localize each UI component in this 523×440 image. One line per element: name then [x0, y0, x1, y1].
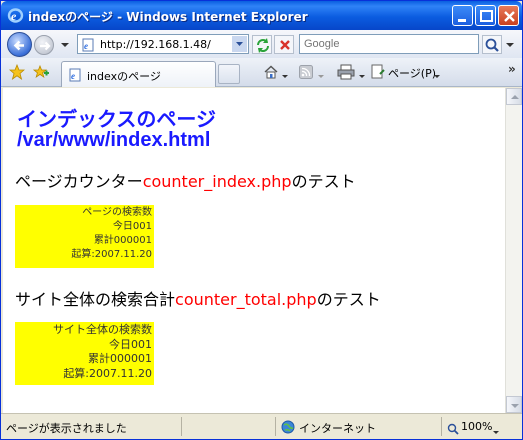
page-menu-icon — [371, 64, 385, 80]
counter-total: 累計000001 — [93, 235, 152, 246]
new-tab-button[interactable] — [218, 64, 240, 84]
search-options-dropdown-icon[interactable] — [504, 37, 516, 51]
add-favorites-icon[interactable] — [32, 64, 49, 80]
browser-window: e indexのページ - Windows Internet Explorer … — [0, 0, 523, 440]
status-text: ページが表示されました — [6, 422, 127, 435]
security-zone-label: インターネット — [299, 422, 376, 435]
feeds-icon[interactable] — [299, 64, 313, 79]
page-icon: e — [81, 37, 95, 52]
title-bar[interactable]: e indexのページ - Windows Internet Explorer — [1, 1, 522, 30]
scroll-down-button[interactable] — [506, 396, 522, 413]
counter-box-title: ページの検索数 — [82, 207, 152, 218]
counter-box-title: サイト全体の検索数 — [53, 323, 152, 336]
svg-text:e: e — [71, 71, 75, 81]
section1-script-name: counter_index.php — [142, 172, 292, 191]
status-divider — [181, 417, 182, 436]
search-box[interactable] — [299, 34, 479, 54]
status-divider — [441, 417, 442, 436]
page-content: インデックスのページ /var/www/index.html ページカウンターc… — [3, 88, 505, 413]
zoom-icon[interactable] — [447, 420, 459, 435]
back-button[interactable] — [7, 32, 32, 57]
page-counter-box: ページの検索数 今日001 累計000001 起算:2007.11.20 — [15, 205, 154, 268]
window-title: indexのページ - Windows Internet Explorer — [28, 10, 308, 24]
close-button[interactable] — [498, 5, 519, 26]
counter-today: 今日001 — [112, 221, 152, 232]
more-commands-chevron[interactable]: » — [508, 62, 516, 76]
page-menu-dropdown-icon — [433, 67, 441, 78]
favorites-star-icon[interactable] — [8, 63, 26, 80]
status-bar: ページが表示されました インターネット 100% — [1, 413, 522, 439]
stop-button[interactable] — [274, 35, 294, 54]
tab-label: indexのページ — [87, 70, 161, 83]
feeds-dropdown-icon[interactable] — [317, 67, 325, 78]
section2-heading: サイト全体の検索合計counter_total.phpのテスト — [15, 286, 381, 310]
refresh-button[interactable] — [252, 35, 272, 54]
zoom-dropdown-icon[interactable] — [492, 423, 500, 434]
globe-icon — [281, 419, 295, 434]
print-icon[interactable] — [337, 64, 355, 80]
minimize-button[interactable] — [452, 5, 473, 26]
page-icon: e — [68, 67, 82, 82]
history-dropdown-icon[interactable] — [58, 37, 72, 51]
section1-suffix: のテスト — [291, 172, 356, 191]
ie-logo-icon: e — [7, 7, 24, 24]
address-text: http://192.168.1.48/ — [100, 38, 211, 51]
section1-heading: ページカウンターcounter_index.phpのテスト — [15, 168, 356, 192]
vertical-scrollbar[interactable] — [505, 88, 522, 413]
section2-prefix: サイト全体の検索合計 — [15, 290, 176, 309]
search-button[interactable] — [482, 35, 502, 54]
page-heading: インデックスのページ — [17, 109, 216, 131]
address-toolbar: e http://192.168.1.48/ — [1, 30, 522, 58]
zoom-level[interactable]: 100% — [461, 420, 492, 433]
home-dropdown-icon[interactable] — [281, 67, 289, 78]
scroll-up-button[interactable] — [506, 88, 522, 105]
maximize-button[interactable] — [475, 5, 496, 26]
status-divider — [275, 417, 276, 436]
counter-total: 累計000001 — [88, 352, 152, 365]
section2-suffix: のテスト — [316, 290, 381, 309]
print-dropdown-icon[interactable] — [358, 67, 366, 78]
tab-command-bar: e indexのページ ページ(P) » — [1, 58, 522, 87]
counter-start-date: 起算:2007.11.20 — [71, 249, 152, 260]
page-menu-label: ページ(P) — [388, 67, 436, 80]
svg-text:e: e — [11, 9, 17, 23]
address-dropdown-icon[interactable] — [232, 36, 247, 52]
address-bar[interactable]: e http://192.168.1.48/ — [77, 34, 249, 54]
tab-index-page[interactable]: e indexのページ — [61, 61, 216, 87]
counter-today: 今日001 — [109, 337, 152, 351]
forward-button[interactable] — [34, 35, 54, 55]
section2-script-name: counter_total.php — [175, 290, 317, 309]
page-heading-path: /var/www/index.html — [17, 129, 211, 151]
search-input[interactable] — [304, 37, 474, 51]
counter-start-date: 起算:2007.11.20 — [63, 366, 152, 380]
svg-text:e: e — [84, 41, 88, 51]
section1-prefix: ページカウンター — [15, 172, 143, 191]
site-total-counter-box: サイト全体の検索数 今日001 累計000001 起算:2007.11.20 — [15, 322, 154, 385]
home-icon[interactable] — [263, 64, 279, 80]
